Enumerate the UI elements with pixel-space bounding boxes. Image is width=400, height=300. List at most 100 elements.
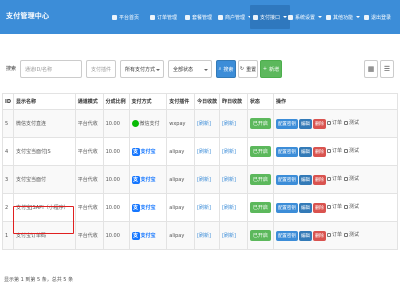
edit-button[interactable]: 编辑 [298, 174, 312, 185]
col-name[interactable]: 显示名称 [13, 93, 76, 110]
col-plugin[interactable]: 支付插件 [166, 93, 196, 110]
refresh-yesterday-link[interactable]: [刷新] [222, 233, 236, 239]
cell-id: 2 [1, 193, 15, 222]
refresh-today-link[interactable]: [刷新] [197, 177, 211, 183]
config-key-button[interactable]: 配置密钥 [275, 174, 298, 185]
refresh-today-link[interactable]: [刷新] [197, 233, 211, 239]
toggle-view-button[interactable]: ▦ [364, 60, 378, 78]
status-badge[interactable]: 已开启 [249, 146, 271, 157]
order-button[interactable]: 订单 [326, 231, 342, 238]
order-button[interactable]: 订单 [326, 119, 342, 126]
pay-type-select[interactable]: 所有支付方式 [120, 60, 164, 78]
config-key-button[interactable]: 配置密钥 [275, 118, 298, 129]
col-today[interactable]: 今日收款 [194, 93, 221, 110]
cell-name: 支付宝当面付 [13, 165, 76, 194]
status-badge[interactable]: 已开启 [249, 230, 271, 241]
cell-pay: 支支付宝 [128, 221, 168, 250]
nav-home[interactable]: 平台首页 [112, 12, 139, 22]
order-button[interactable]: 订单 [326, 175, 342, 182]
delete-button[interactable]: 删除 [312, 118, 326, 129]
wechat-pay-icon [131, 120, 139, 127]
order-icon [326, 232, 331, 237]
chevron-down-icon [283, 16, 288, 18]
cell-plugin: wxpay [166, 109, 196, 138]
test-button[interactable]: 测试 [343, 147, 359, 154]
highlight-box [13, 206, 74, 234]
cell-mode: 平台代收 [74, 109, 104, 138]
edit-button[interactable]: 编辑 [298, 202, 312, 213]
nav-other[interactable]: 其他功能 [326, 12, 361, 22]
config-key-button[interactable]: 配置密钥 [275, 146, 298, 157]
cell-today: [刷新] [194, 193, 221, 222]
cell-plugin: alipay [166, 165, 196, 194]
cell-status: 已开启 [246, 221, 274, 250]
refresh-yesterday-link[interactable]: [刷新] [222, 205, 236, 211]
cell-status: 已开启 [246, 193, 274, 222]
status-select[interactable]: 全部状态 [168, 60, 212, 78]
nav-settings[interactable]: 系统设置 [288, 12, 323, 22]
test-button[interactable]: 测试 [343, 119, 359, 126]
nav-payment-interfaces[interactable]: 支付接口 [250, 5, 291, 29]
test-button[interactable]: 测试 [343, 231, 359, 238]
cell-id: 3 [1, 165, 15, 194]
edit-button[interactable]: 编辑 [298, 230, 312, 241]
alipay-logo: 支支付宝 [131, 175, 156, 184]
col-rate[interactable]: 分成比例 [102, 93, 130, 110]
delete-button[interactable]: 删除 [312, 146, 326, 157]
reset-button[interactable]: ↻ 重置 [238, 60, 258, 78]
alipay-icon: 支 [131, 147, 140, 156]
search-button[interactable]: ⌕ 搜索 [216, 60, 236, 78]
cell-status: 已开启 [246, 137, 274, 166]
delete-button[interactable]: 删除 [312, 174, 326, 185]
refresh-today-link[interactable]: [刷新] [197, 121, 211, 127]
status-badge[interactable]: 已开启 [249, 202, 271, 213]
nav-logout[interactable]: 退出登录 [364, 12, 391, 22]
edit-button[interactable]: 编辑 [298, 118, 312, 129]
refresh-yesterday-link[interactable]: [刷新] [222, 177, 236, 183]
test-icon [343, 204, 348, 209]
cell-plugin: alipay [166, 137, 196, 166]
name-search-input[interactable]: 通道ID/名称 [20, 60, 82, 78]
chevron-down-icon [204, 69, 208, 71]
col-actions: 操作 [272, 93, 399, 110]
edit-button[interactable]: 编辑 [298, 146, 312, 157]
cell-pay: 微信支付 [128, 109, 168, 138]
cell-rate: 10.00 [102, 165, 130, 194]
col-yesterday[interactable]: 昨日收款 [219, 93, 248, 110]
status-badge[interactable]: 已开启 [249, 174, 271, 185]
alipay-logo: 支支付宝 [131, 203, 156, 212]
test-icon [343, 120, 348, 125]
delete-button[interactable]: 删除 [312, 230, 326, 241]
nav-orders[interactable]: 订单管理 [150, 12, 177, 22]
order-button[interactable]: 订单 [326, 203, 342, 210]
test-button[interactable]: 测试 [343, 175, 359, 182]
col-id[interactable]: ID [1, 93, 15, 110]
refresh-yesterday-link[interactable]: [刷新] [222, 121, 236, 127]
column-menu-button[interactable]: ☰ [380, 60, 394, 78]
brand-title[interactable]: 支付管理中心 [6, 11, 49, 21]
cell-pay: 支支付宝 [128, 193, 168, 222]
cell-yesterday: [刷新] [219, 137, 248, 166]
table-header: ID 显示名称 通道模式 分成比例 支付方式 支付插件 今日收款 昨日收款 状态… [1, 93, 399, 110]
col-status[interactable]: 状态 [246, 93, 274, 110]
refresh-today-link[interactable]: [刷新] [197, 205, 211, 211]
refresh-today-link[interactable]: [刷新] [197, 149, 211, 155]
status-badge[interactable]: 已开启 [249, 118, 271, 129]
col-pay[interactable]: 支付方式 [128, 93, 168, 110]
cell-mode: 平台代收 [74, 137, 104, 166]
plugin-input[interactable]: 支付插件 [86, 60, 116, 78]
nav-merchants[interactable]: 商户管理 [218, 12, 253, 22]
test-button[interactable]: 测试 [343, 203, 359, 210]
cell-rate: 10.00 [102, 109, 130, 138]
nav-packages[interactable]: 套餐管理 [185, 12, 212, 22]
order-button[interactable]: 订单 [326, 147, 342, 154]
table-row: 4 支付宝当面付JS 平台代收 10.00 支支付宝 alipay [刷新] [刷新] 已开启配… [1, 137, 399, 166]
col-mode[interactable]: 通道模式 [74, 93, 104, 110]
delete-button[interactable]: 删除 [312, 202, 326, 213]
refresh-yesterday-link[interactable]: [刷新] [222, 149, 236, 155]
config-key-button[interactable]: 配置密钥 [275, 202, 298, 213]
alipay-icon: 支 [131, 203, 140, 212]
config-key-button[interactable]: 配置密钥 [275, 230, 298, 241]
cell-today: [刷新] [194, 137, 221, 166]
add-button[interactable]: + 新增 [260, 60, 282, 78]
